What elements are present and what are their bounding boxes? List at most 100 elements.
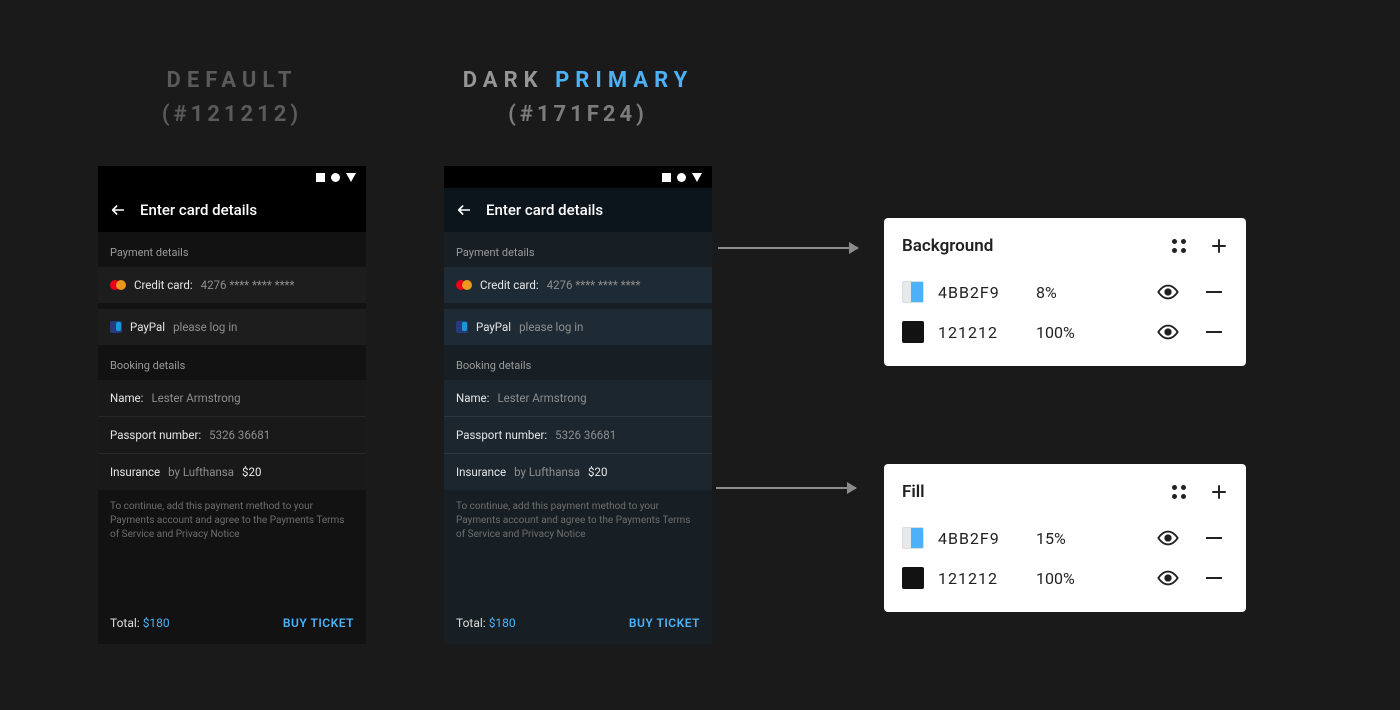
remove-fill-button[interactable] bbox=[1200, 566, 1228, 590]
credit-card-label: Credit card: bbox=[134, 278, 193, 292]
color-swatch[interactable] bbox=[902, 527, 924, 549]
status-circle-icon bbox=[677, 173, 686, 182]
name-row[interactable]: Name: Lester Armstrong bbox=[98, 380, 366, 416]
buy-ticket-button[interactable]: BUY TICKET bbox=[629, 616, 700, 630]
status-circle-icon bbox=[331, 173, 340, 182]
app-bar: Enter card details bbox=[98, 188, 366, 232]
buy-ticket-button[interactable]: BUY TICKET bbox=[283, 616, 354, 630]
phone-default: Enter card details Payment details Credi… bbox=[98, 166, 366, 644]
color-swatch[interactable] bbox=[902, 567, 924, 589]
panel-title: Background bbox=[902, 236, 993, 256]
phone-dark: Enter card details Payment details Credi… bbox=[444, 166, 712, 644]
heading-line1: DARK PRIMARY bbox=[444, 66, 712, 97]
phone-body: Payment details Credit card: 4276 **** *… bbox=[98, 232, 366, 644]
insurance-row[interactable]: Insurance by Lufthansa $20 bbox=[444, 453, 712, 490]
total-amount: $180 bbox=[143, 616, 170, 630]
name-value: Lester Armstrong bbox=[497, 391, 586, 405]
visibility-toggle-icon[interactable] bbox=[1154, 320, 1182, 344]
hex-input[interactable]: 121212 bbox=[938, 569, 1036, 588]
add-fill-button[interactable] bbox=[1210, 483, 1228, 501]
heading-line1: DEFAULT bbox=[98, 66, 366, 97]
opacity-input[interactable]: 15% bbox=[1036, 529, 1100, 548]
paypal-icon bbox=[110, 321, 122, 333]
paypal-hint: please log in bbox=[519, 320, 583, 334]
remove-fill-button[interactable] bbox=[1200, 526, 1228, 550]
background-panel: Background 4BB2F9 8% 121212 100% bbox=[884, 218, 1246, 366]
insurance-label: Insurance bbox=[110, 465, 160, 479]
opacity-input[interactable]: 100% bbox=[1036, 569, 1100, 588]
credit-card-row[interactable]: Credit card: 4276 **** **** **** bbox=[98, 267, 366, 303]
name-value: Lester Armstrong bbox=[151, 391, 240, 405]
back-arrow-icon[interactable] bbox=[110, 202, 126, 218]
visibility-toggle-icon[interactable] bbox=[1154, 280, 1182, 304]
add-fill-button[interactable] bbox=[1210, 237, 1228, 255]
fill-row[interactable]: 4BB2F9 15% bbox=[902, 518, 1228, 558]
variant-heading-default: DEFAULT (#121212) bbox=[98, 66, 366, 132]
phone-footer: Total: $180 BUY TICKET bbox=[98, 602, 366, 644]
paypal-row[interactable]: PayPal please log in bbox=[98, 309, 366, 345]
color-swatch[interactable] bbox=[902, 321, 924, 343]
paypal-label: PayPal bbox=[130, 320, 165, 334]
mastercard-icon bbox=[110, 280, 126, 290]
remove-fill-button[interactable] bbox=[1200, 280, 1228, 304]
remove-fill-button[interactable] bbox=[1200, 320, 1228, 344]
insurance-by: by Lufthansa bbox=[514, 465, 580, 479]
app-bar-title: Enter card details bbox=[486, 201, 603, 219]
total-label-wrap: Total: $180 bbox=[110, 616, 170, 630]
mastercard-icon bbox=[456, 280, 472, 290]
back-arrow-icon[interactable] bbox=[456, 202, 472, 218]
credit-card-row[interactable]: Credit card: 4276 **** **** **** bbox=[444, 267, 712, 303]
status-bar bbox=[98, 166, 366, 188]
paypal-label: PayPal bbox=[476, 320, 511, 334]
passport-label: Passport number: bbox=[110, 428, 201, 442]
status-square-icon bbox=[316, 173, 325, 182]
drag-handle-icon[interactable] bbox=[1172, 239, 1186, 253]
opacity-input[interactable]: 8% bbox=[1036, 283, 1100, 302]
insurance-price: $20 bbox=[588, 465, 607, 479]
status-triangle-icon bbox=[692, 173, 702, 182]
passport-row[interactable]: Passport number: 5326 36681 bbox=[444, 416, 712, 453]
terms-text: To continue, add this payment method to … bbox=[98, 490, 366, 542]
fill-row[interactable]: 4BB2F9 8% bbox=[902, 272, 1228, 312]
booking-section-label: Booking details bbox=[444, 345, 712, 380]
fill-panel: Fill 4BB2F9 15% 121212 100% bbox=[884, 464, 1246, 612]
visibility-toggle-icon[interactable] bbox=[1154, 566, 1182, 590]
payment-section-label: Payment details bbox=[444, 232, 712, 267]
heading-line2: (#171F24) bbox=[444, 97, 712, 132]
pointer-arrow-icon bbox=[716, 487, 856, 489]
fill-row[interactable]: 121212 100% bbox=[902, 558, 1228, 598]
opacity-input[interactable]: 100% bbox=[1036, 323, 1100, 342]
status-triangle-icon bbox=[346, 173, 356, 182]
total-amount: $180 bbox=[489, 616, 516, 630]
fill-row[interactable]: 121212 100% bbox=[902, 312, 1228, 352]
app-bar-title: Enter card details bbox=[140, 201, 257, 219]
terms-text: To continue, add this payment method to … bbox=[444, 490, 712, 542]
payment-section-label: Payment details bbox=[98, 232, 366, 267]
app-bar: Enter card details bbox=[444, 188, 712, 232]
passport-value: 5326 36681 bbox=[209, 428, 270, 442]
phone-footer: Total: $180 BUY TICKET bbox=[444, 602, 712, 644]
passport-row[interactable]: Passport number: 5326 36681 bbox=[98, 416, 366, 453]
hex-input[interactable]: 121212 bbox=[938, 323, 1036, 342]
total-label-wrap: Total: $180 bbox=[456, 616, 516, 630]
hex-input[interactable]: 4BB2F9 bbox=[938, 529, 1036, 548]
heading-line2: (#121212) bbox=[98, 97, 366, 132]
visibility-toggle-icon[interactable] bbox=[1154, 526, 1182, 550]
variant-heading-dark: DARK PRIMARY (#171F24) bbox=[444, 66, 712, 132]
insurance-row[interactable]: Insurance by Lufthansa $20 bbox=[98, 453, 366, 490]
paypal-hint: please log in bbox=[173, 320, 237, 334]
paypal-icon bbox=[456, 321, 468, 333]
status-square-icon bbox=[662, 173, 671, 182]
status-bar bbox=[444, 166, 712, 188]
insurance-label: Insurance bbox=[456, 465, 506, 479]
insurance-price: $20 bbox=[242, 465, 261, 479]
drag-handle-icon[interactable] bbox=[1172, 485, 1186, 499]
color-swatch[interactable] bbox=[902, 281, 924, 303]
pointer-arrow-icon bbox=[718, 247, 858, 249]
credit-card-value: 4276 **** **** **** bbox=[547, 278, 641, 292]
hex-input[interactable]: 4BB2F9 bbox=[938, 283, 1036, 302]
credit-card-label: Credit card: bbox=[480, 278, 539, 292]
passport-label: Passport number: bbox=[456, 428, 547, 442]
name-row[interactable]: Name: Lester Armstrong bbox=[444, 380, 712, 416]
paypal-row[interactable]: PayPal please log in bbox=[444, 309, 712, 345]
